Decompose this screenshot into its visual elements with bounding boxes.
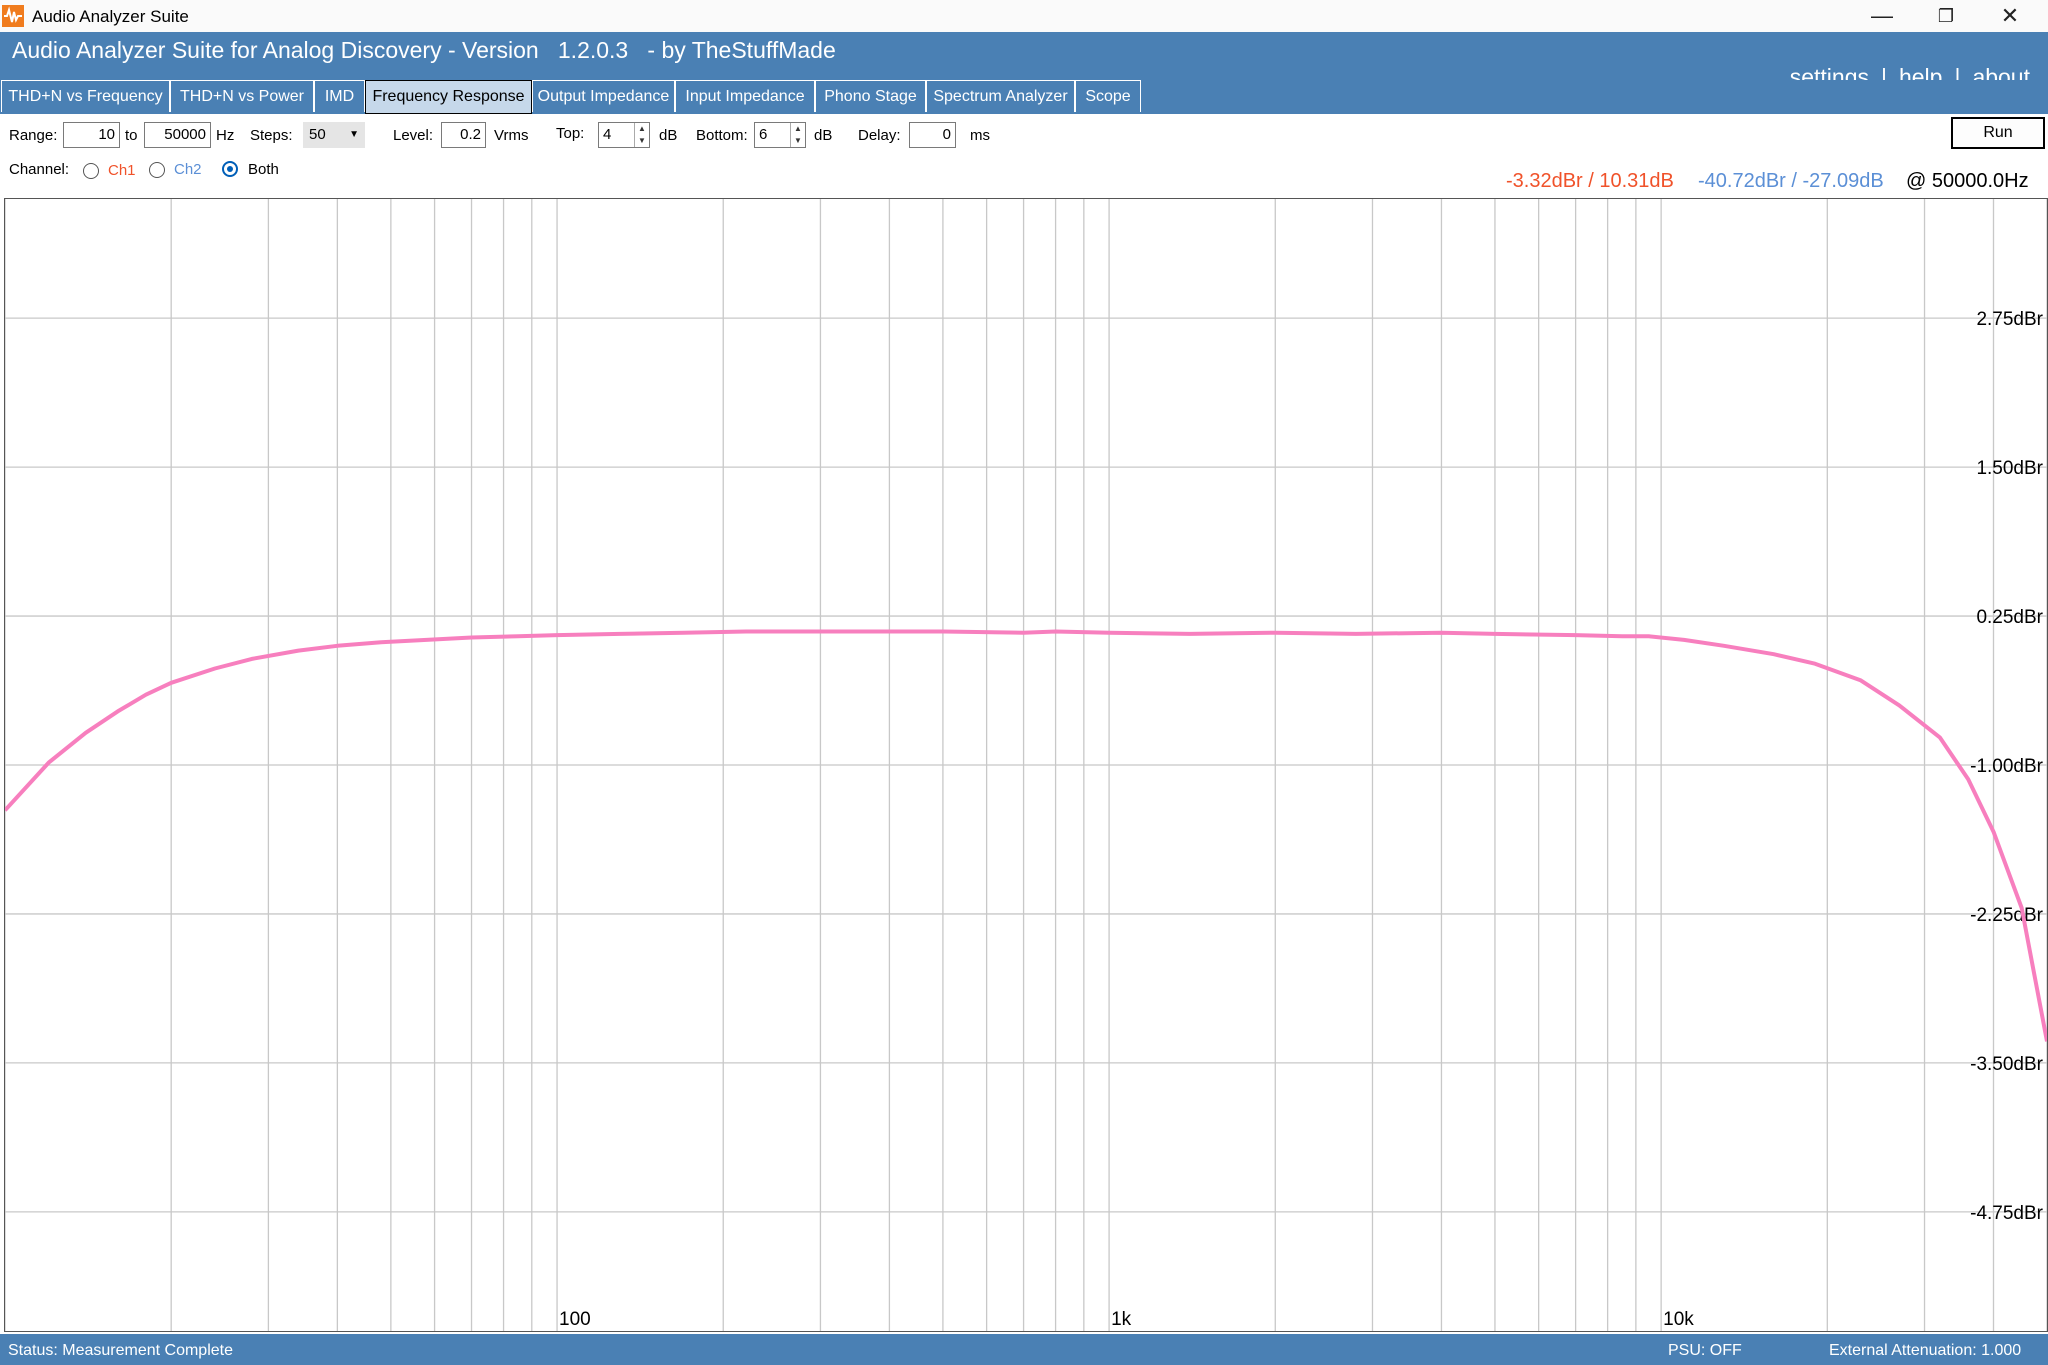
ch1-label[interactable]: Ch1 [108,162,136,179]
tab-thd-vs-frequency[interactable]: THD+N vs Frequency [1,80,170,112]
tab-output-impedance[interactable]: Output Impedance [532,80,675,112]
steps-label: Steps: [250,127,293,144]
tab-thd-vs-power[interactable]: THD+N vs Power [170,80,314,112]
title-bar: Audio Analyzer Suite — ❐ ✕ [0,0,2048,32]
range-to-input[interactable]: 50000 [144,122,211,148]
channel-label: Channel: [9,161,70,178]
ch1-radio[interactable] [83,163,99,179]
y-tick-label: -1.00dBr [1970,756,2044,777]
spinner-icon[interactable]: ▲ ▼ [790,123,805,147]
level-input[interactable]: 0.2 [441,122,486,148]
top-stepper[interactable]: 4 ▲ ▼ [598,122,650,148]
app-header: Audio Analyzer Suite for Analog Discover… [0,32,2048,90]
attenuation-status: External Attenuation: 1.000 [1829,1342,2022,1359]
y-tick-label: -3.50dBr [1970,1054,2044,1075]
bottom-stepper[interactable]: 6 ▲ ▼ [754,122,806,148]
both-radio[interactable] [222,161,238,177]
psu-status: PSU: OFF [1668,1342,1742,1359]
y-tick-label: 0.25dBr [1976,607,2043,628]
tab-phono-stage[interactable]: Phono Stage [815,80,926,112]
app-icon [2,5,24,27]
steps-value: 50 [309,126,326,143]
frequency-response-plot[interactable]: 2.75dBr 1.50dBr 0.25dBr -1.00dBr -2.25dBr -3.… [4,198,2048,1332]
bottom-unit: dB [814,127,833,144]
level-label: Level: [393,127,434,144]
hz-label: Hz [216,127,235,144]
bottom-label: Bottom: [696,127,748,144]
range-from-input[interactable]: 10 [63,122,120,148]
top-unit: dB [659,127,678,144]
bottom-value: 6 [759,126,768,143]
chart-svg: 2.75dBr 1.50dBr 0.25dBr -1.00dBr -2.25dBr -3.… [5,199,2047,1331]
x-tick-label: 100 [559,1309,591,1330]
ch2-label[interactable]: Ch2 [174,161,202,178]
y-tick-label: -2.25dBr [1970,905,2044,926]
series-line [5,629,2047,1042]
ch2-readout: -40.72dBr / -27.09dB [1698,170,1884,192]
delay-label: Delay: [858,127,901,144]
vrms-label: Vrms [494,127,529,144]
status-text: Status: Measurement Complete [8,1342,233,1359]
x-tick-label: 1k [1111,1309,1132,1330]
ch1-readout: -3.32dBr / 10.31dB [1506,170,1674,192]
tab-input-impedance[interactable]: Input Impedance [675,80,815,112]
y-tick-label: -4.75dBr [1970,1203,2044,1224]
minimize-icon[interactable]: — [1852,0,1912,32]
status-bar: Status: Measurement Complete PSU: OFF Ex… [0,1334,2048,1365]
top-label: Top: [556,125,585,142]
chevron-down-icon: ▼ [349,129,359,140]
to-label: to [125,127,138,144]
window-title: Audio Analyzer Suite [32,7,189,26]
range-label: Range: [9,127,58,144]
tab-spectrum-analyzer[interactable]: Spectrum Analyzer [926,80,1075,112]
tab-bar: THD+N vs Frequency THD+N vs Power IMD Fr… [0,80,2048,114]
frequency-readout: @ 50000.0Hz [1906,170,2029,192]
both-label[interactable]: Both [248,161,279,178]
steps-select[interactable]: 50 ▼ [303,122,365,148]
ch2-radio[interactable] [149,162,165,178]
delay-input[interactable]: 0 [909,122,956,148]
y-tick-label: 1.50dBr [1976,458,2043,479]
spinner-icon[interactable]: ▲ ▼ [634,123,649,147]
run-button[interactable]: Run [1951,117,2045,149]
restore-icon[interactable]: ❐ [1916,0,1976,32]
close-icon[interactable]: ✕ [1980,0,2040,32]
top-value: 4 [603,126,612,143]
tab-frequency-response[interactable]: Frequency Response [365,80,532,114]
tab-imd[interactable]: IMD [314,80,365,112]
header-title: Audio Analyzer Suite for Analog Discover… [12,37,836,63]
y-tick-label: 2.75dBr [1976,309,2043,330]
x-tick-label: 10k [1663,1309,1694,1330]
delay-unit: ms [970,127,990,144]
tab-scope[interactable]: Scope [1075,80,1141,112]
